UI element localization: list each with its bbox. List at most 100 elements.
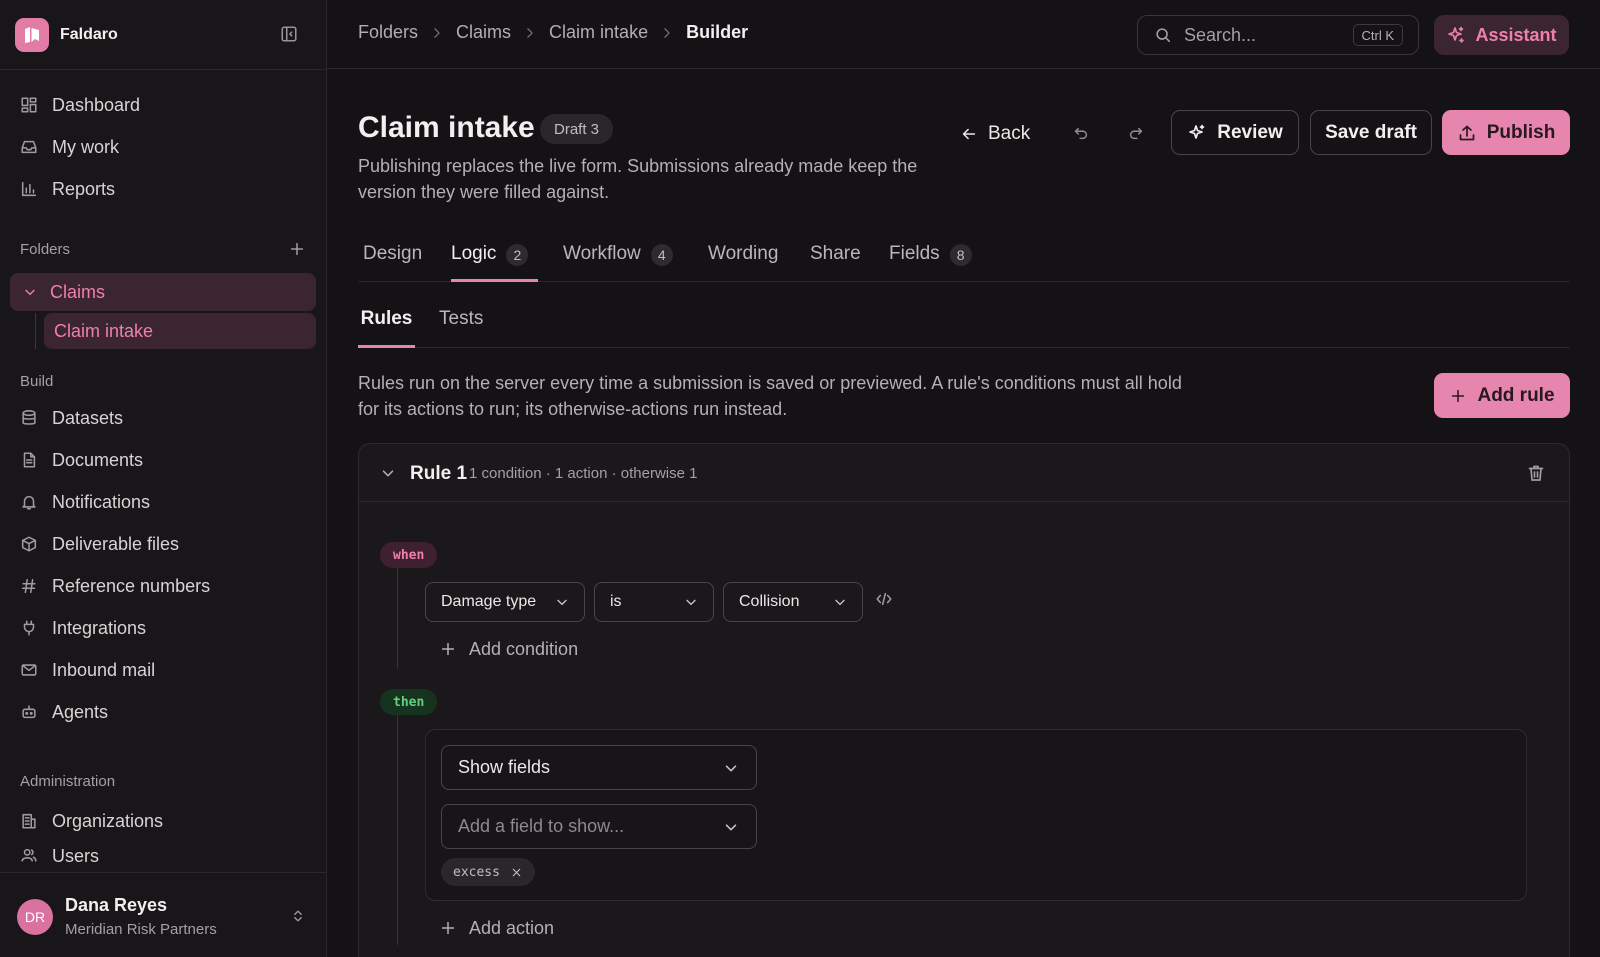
breadcrumb-claims[interactable]: Claims xyxy=(456,22,511,43)
avatar: DR xyxy=(17,899,53,935)
add-field-select[interactable]: Add a field to show... xyxy=(441,804,757,849)
sidebar-item-deliverable-files[interactable]: Deliverable files xyxy=(10,525,316,563)
page-title: Claim intake xyxy=(358,111,535,144)
mail-icon xyxy=(20,661,38,679)
review-button[interactable]: Review xyxy=(1171,110,1299,155)
publish-button[interactable]: Publish xyxy=(1442,110,1570,155)
app-root: Faldaro Dashboard My work Reports Folder… xyxy=(0,0,1600,957)
sidebar-item-organizations[interactable]: Organizations xyxy=(10,802,316,840)
action-type-value: Show fields xyxy=(458,757,551,777)
redo-icon[interactable] xyxy=(1127,124,1145,142)
condition-value-select[interactable]: Collision xyxy=(723,582,863,622)
field-chip-label: excess xyxy=(453,864,500,880)
page-description: Publishing replaces the live form. Submi… xyxy=(358,156,918,202)
condition-operator-select[interactable]: is xyxy=(594,582,714,622)
search-shortcut: Ctrl K xyxy=(1352,24,1403,46)
rule-header[interactable]: Rule 1 1 condition · 1 action · otherwis… xyxy=(359,444,1569,502)
document-icon xyxy=(20,451,38,469)
sidebar-item-reference-numbers[interactable]: Reference numbers xyxy=(10,567,316,605)
administration-section-label: Administration xyxy=(20,773,116,790)
tab-workflow[interactable]: Workflow 4 xyxy=(563,237,673,282)
collapse-sidebar-icon[interactable] xyxy=(280,25,298,43)
brand[interactable]: Faldaro xyxy=(15,18,118,52)
publish-label: Publish xyxy=(1486,121,1556,143)
sidebar-item-notifications[interactable]: Notifications xyxy=(10,483,316,521)
add-condition-label: Add condition xyxy=(469,638,579,659)
sidebar-item-dashboard[interactable]: Dashboard xyxy=(10,86,316,124)
chevron-right-icon xyxy=(523,26,537,40)
tab-design[interactable]: Design xyxy=(363,237,422,282)
sidebar-item-label: Users xyxy=(52,846,100,866)
action-type-select[interactable]: Show fields xyxy=(441,745,757,790)
add-condition-button[interactable]: Add condition xyxy=(439,635,578,663)
tab-count: 4 xyxy=(650,244,673,266)
dashboard-icon xyxy=(20,96,38,114)
when-guide-line xyxy=(397,568,398,668)
user-menu[interactable]: DR Dana Reyes Meridian Risk Partners xyxy=(0,872,327,957)
sidebar-item-datasets[interactable]: Datasets xyxy=(10,399,316,437)
brand-name: Faldaro xyxy=(60,26,118,43)
sidebar-item-label: Organizations xyxy=(52,810,164,831)
folder-item-claim-intake[interactable]: Claim intake xyxy=(44,313,316,349)
assistant-button[interactable]: Assistant xyxy=(1434,15,1569,55)
sidebar-item-label: Datasets xyxy=(52,407,124,428)
chevron-down-icon[interactable] xyxy=(379,464,397,482)
tab-fields[interactable]: Fields 8 xyxy=(889,237,972,282)
plus-icon xyxy=(1449,387,1467,405)
breadcrumb-current: Builder xyxy=(686,22,749,42)
breadcrumb-folders[interactable]: Folders xyxy=(358,22,418,43)
add-rule-label: Add rule xyxy=(1477,384,1555,406)
remove-chip-icon[interactable] xyxy=(510,866,523,879)
sidebar-item-label: Inbound mail xyxy=(52,659,156,680)
back-button[interactable]: Back xyxy=(960,118,1030,150)
tab-share[interactable]: Share xyxy=(810,237,861,282)
search-icon xyxy=(1154,26,1172,44)
sidebar-item-inbound-mail[interactable]: Inbound mail xyxy=(10,651,316,689)
add-action-button[interactable]: Add action xyxy=(439,914,554,942)
rule-name: Rule 1 xyxy=(410,463,468,484)
bell-icon xyxy=(20,493,38,511)
database-icon xyxy=(20,409,38,427)
sidebar-item-users[interactable]: Users xyxy=(10,844,316,870)
rules-description: Rules run on the server every time a sub… xyxy=(358,373,1182,419)
add-rule-button[interactable]: Add rule xyxy=(1434,373,1570,418)
user-name: Dana Reyes xyxy=(65,895,168,915)
sidebar-item-reports[interactable]: Reports xyxy=(10,170,316,208)
rule-summary: 1 condition · 1 action · otherwise 1 xyxy=(469,465,698,482)
sidebar-item-documents[interactable]: Documents xyxy=(10,441,316,479)
subtab-tests[interactable]: Tests xyxy=(439,302,483,348)
folder-claims[interactable]: Claims xyxy=(10,273,316,311)
add-action-label: Add action xyxy=(469,917,555,938)
build-section-label: Build xyxy=(20,373,54,390)
tab-count: 8 xyxy=(949,244,972,266)
breadcrumb-claim-intake[interactable]: Claim intake xyxy=(549,22,648,43)
sparkles-icon xyxy=(1187,123,1207,143)
bar-chart-icon xyxy=(20,180,38,198)
sidebar-item-label: Deliverable files xyxy=(52,533,180,554)
code-icon[interactable] xyxy=(875,590,893,608)
package-icon xyxy=(20,535,38,553)
plus-icon xyxy=(439,919,457,937)
draft-badge: Draft 3 xyxy=(540,114,614,144)
search-input[interactable]: Search... Ctrl K xyxy=(1137,15,1419,55)
chevron-down-icon xyxy=(22,284,38,300)
tab-logic[interactable]: Logic 2 xyxy=(451,237,538,282)
save-draft-button[interactable]: Save draft xyxy=(1310,110,1432,155)
sidebar-item-label: Agents xyxy=(52,701,109,722)
undo-icon[interactable] xyxy=(1072,124,1090,142)
delete-rule-icon[interactable] xyxy=(1526,463,1546,483)
condition-field-select[interactable]: Damage type xyxy=(425,582,585,622)
save-draft-label: Save draft xyxy=(1325,121,1417,143)
review-label: Review xyxy=(1217,121,1283,143)
sidebar-item-integrations[interactable]: Integrations xyxy=(10,609,316,647)
sidebar-item-label: Dashboard xyxy=(52,94,141,115)
sidebar-item-my-work[interactable]: My work xyxy=(10,128,316,166)
search-placeholder: Search... xyxy=(1184,24,1257,45)
subtab-rules[interactable]: Rules xyxy=(358,302,415,348)
tab-wording[interactable]: Wording xyxy=(708,237,778,282)
tab-label: Design xyxy=(363,243,423,264)
add-folder-icon[interactable] xyxy=(288,240,306,258)
sidebar-item-agents[interactable]: Agents xyxy=(10,693,316,731)
inbox-icon xyxy=(20,138,38,156)
tab-label: Fields xyxy=(889,243,940,264)
